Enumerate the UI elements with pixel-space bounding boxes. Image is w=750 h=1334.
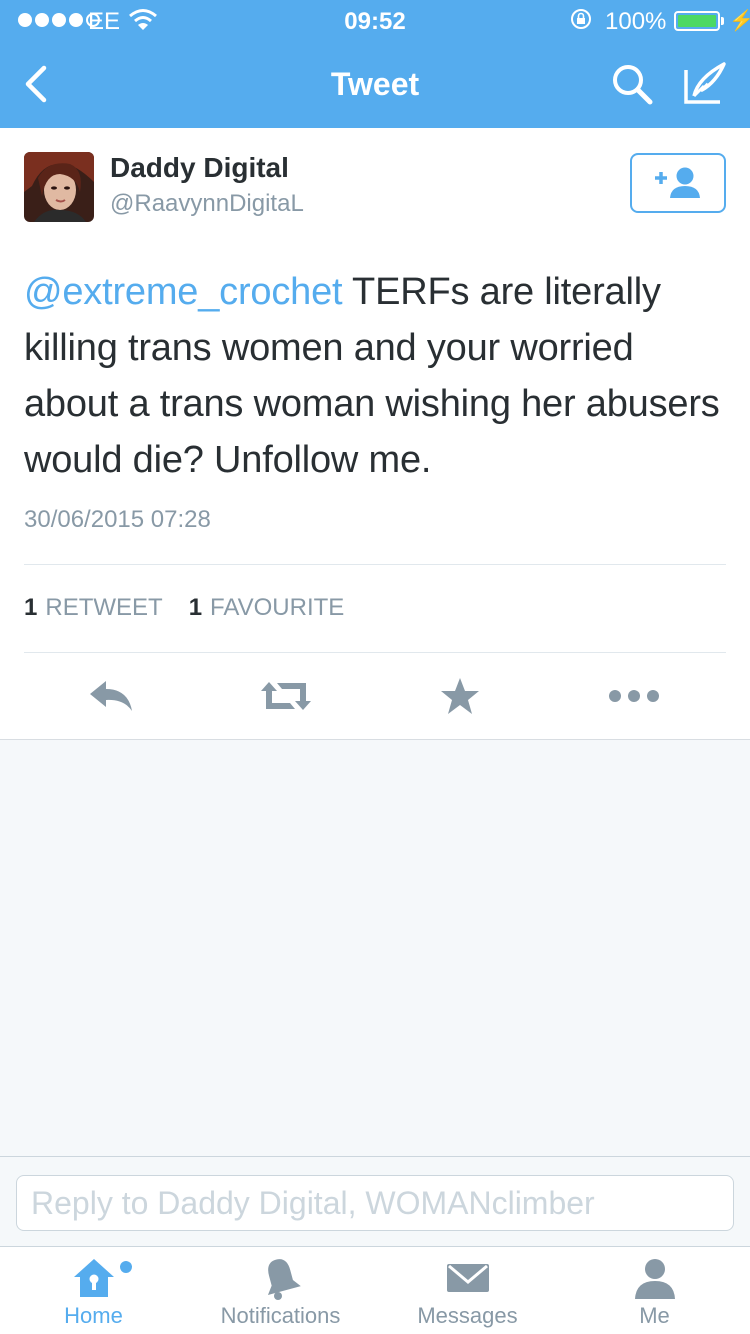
avatar[interactable] xyxy=(24,152,94,222)
charging-icon: ⚡ xyxy=(729,10,750,32)
envelope-icon xyxy=(446,1264,489,1292)
divider xyxy=(24,652,726,653)
rotation-lock-icon xyxy=(571,9,591,29)
retweet-icon xyxy=(261,682,311,710)
bell-icon xyxy=(267,1259,301,1300)
engagement-stats: 1 RETWEET 1 FAVOURITE xyxy=(24,594,344,622)
status-bar: EE 09:52 100% ⚡ xyxy=(0,0,750,40)
add-user-icon xyxy=(655,167,700,198)
retweet-button[interactable] xyxy=(256,674,316,718)
tab-me[interactable]: Me xyxy=(561,1247,748,1334)
author-name[interactable]: Daddy Digital xyxy=(110,152,289,184)
search-icon[interactable] xyxy=(610,62,654,106)
tab-home[interactable]: Home xyxy=(0,1247,187,1334)
reply-button[interactable] xyxy=(82,674,142,718)
person-icon xyxy=(634,1259,675,1299)
author-handle[interactable]: @RaavynnDigitaL xyxy=(110,190,304,218)
tab-label: Notifications xyxy=(220,1303,341,1328)
tweet-card: Daddy Digital @RaavynnDigitaL @extreme_c… xyxy=(0,128,750,740)
reply-bar xyxy=(0,1156,750,1246)
retweet-count[interactable]: 1 xyxy=(24,594,37,622)
tweet-timestamp: 30/06/2015 07:28 xyxy=(24,506,211,533)
battery-percent: 100% xyxy=(605,8,667,35)
favourite-label[interactable]: FAVOURITE xyxy=(210,594,344,622)
battery-icon xyxy=(674,11,720,31)
new-content-dot xyxy=(120,1261,132,1273)
divider xyxy=(24,564,726,565)
tweet-text: @extreme_crochet TERFs are literally kil… xyxy=(24,264,724,488)
reply-input[interactable] xyxy=(16,1175,734,1231)
tab-label: Messages xyxy=(417,1303,518,1328)
mention-link[interactable]: @extreme_crochet xyxy=(24,271,343,313)
battery-tip xyxy=(721,17,724,25)
compose-icon[interactable] xyxy=(682,60,728,106)
retweet-label[interactable]: RETWEET xyxy=(45,594,162,622)
favourite-button[interactable] xyxy=(430,674,490,718)
tab-bar: Home Notifications Messages Me xyxy=(0,1246,750,1334)
tab-notifications[interactable]: Notifications xyxy=(187,1247,374,1334)
follow-button[interactable] xyxy=(630,153,726,213)
tab-label: Home xyxy=(64,1303,123,1328)
star-icon xyxy=(441,678,479,714)
app-header: EE 09:52 100% ⚡ Tweet xyxy=(0,0,750,128)
tab-label: Me xyxy=(639,1303,670,1328)
home-icon xyxy=(73,1259,114,1297)
reply-icon xyxy=(90,681,132,711)
tab-messages[interactable]: Messages xyxy=(374,1247,561,1334)
favourite-count[interactable]: 1 xyxy=(189,594,202,622)
ellipsis-icon xyxy=(609,690,659,702)
more-options-button[interactable] xyxy=(604,674,664,718)
